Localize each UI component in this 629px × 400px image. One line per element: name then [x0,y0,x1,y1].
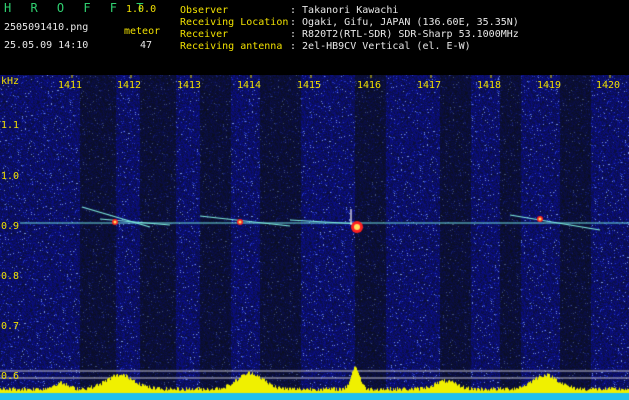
receiver-value: : R820T2(RTL-SDR) SDR-Sharp 53.1000MHz [290,29,519,40]
y-tick-label: 1.1 [1,120,20,131]
location-label: Receiving Location [180,17,289,28]
y-tick-label: 0.7 [1,321,20,332]
file-name: 2505091410.png [4,22,89,33]
y-unit-label: kHz [1,76,20,87]
app-version: 1.0.0 [126,4,157,15]
x-tick-label: 1419 [537,80,562,91]
x-tick-label: 1418 [477,80,502,91]
x-tick-label: 1420 [596,80,621,91]
meteor-count: 47 [140,40,153,51]
antenna-value: : 2el-HB9CV Vertical (el. E-W) [290,41,471,52]
meteor-label: meteor [124,26,161,37]
y-tick-label: 1.0 [1,171,20,182]
receiver-label: Receiver [180,29,229,40]
x-tick-label: 1413 [177,80,202,91]
observer-label: Observer [180,5,229,16]
header-panel: H R O F F T 1.0.0 2505091410.png meteor … [0,0,629,75]
y-tick-label: 0.6 [1,371,20,382]
y-tick-label: 0.9 [1,221,20,232]
observer-value: : Takanori Kawachi [290,5,399,16]
x-tick-label: 1417 [417,80,442,91]
x-tick-label: 1414 [237,80,262,91]
spectrogram-overlay [0,75,629,400]
location-value: : Ogaki, Gifu, JAPAN (136.60E, 35.35N) [290,17,519,28]
x-tick-label: 1415 [297,80,322,91]
y-tick-label: 0.8 [1,271,20,282]
x-tick-label: 1412 [117,80,142,91]
capture-datetime: 25.05.09 14:10 [4,40,89,51]
x-tick-label: 1416 [357,80,382,91]
antenna-label: Receiving antenna [180,41,283,52]
x-tick-label: 1411 [58,80,83,91]
